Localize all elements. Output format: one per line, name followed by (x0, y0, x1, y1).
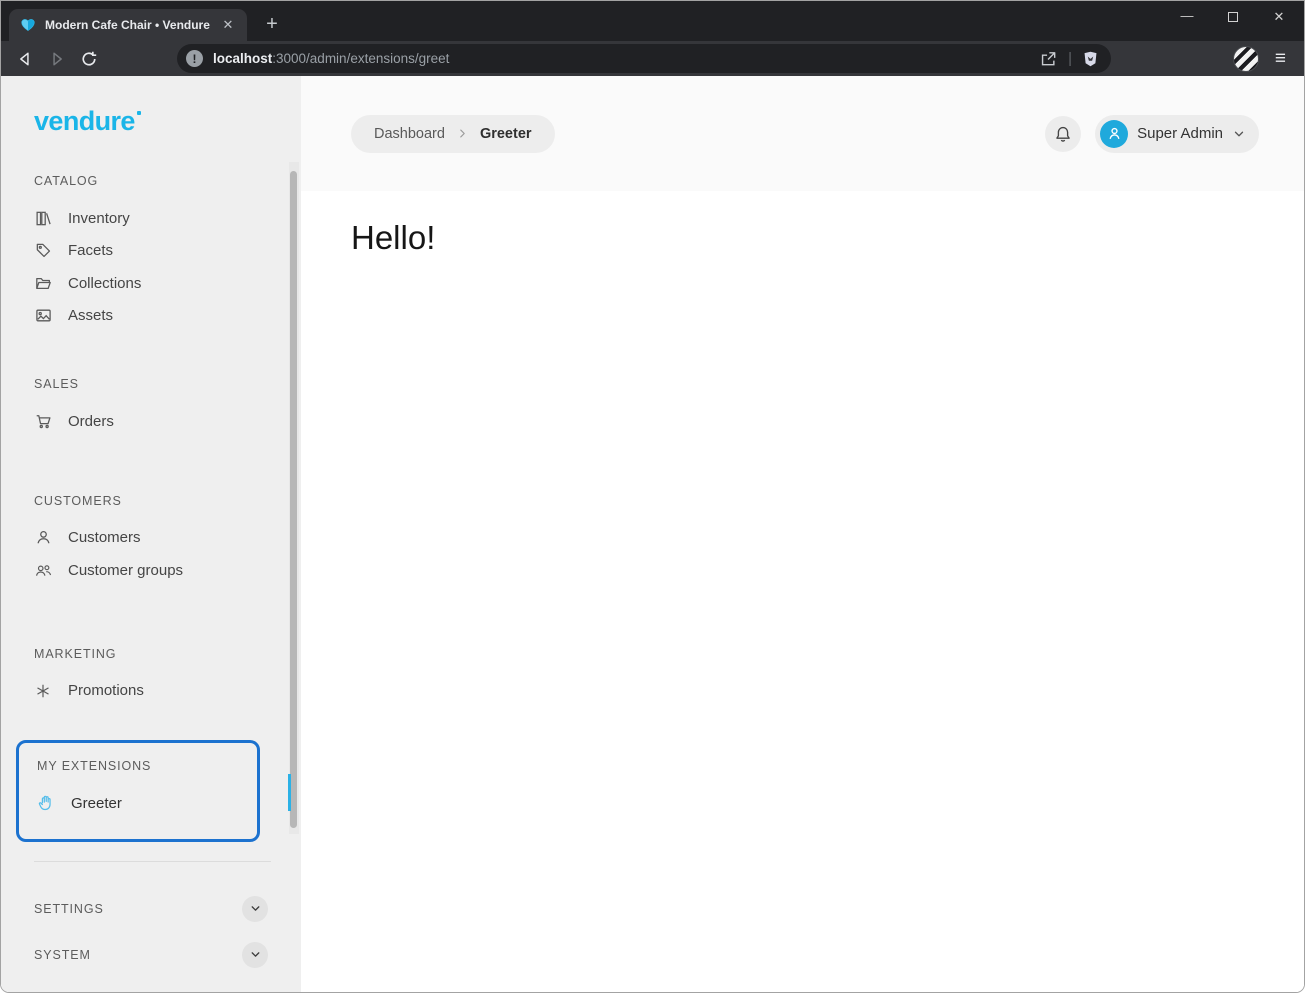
image-icon (34, 307, 52, 325)
chevron-down-icon (1232, 127, 1246, 141)
tag-icon (34, 242, 52, 260)
notifications-button[interactable] (1045, 115, 1082, 152)
folder-icon (34, 274, 52, 292)
vendure-logo[interactable]: vendure (34, 106, 301, 137)
asterisk-icon (34, 682, 52, 700)
window-controls: — ✕ (1164, 1, 1302, 33)
sidebar-section-system[interactable]: SYSTEM (34, 938, 268, 972)
toolbar-separator: | (1068, 50, 1072, 67)
url-text[interactable]: localhost:3000/admin/extensions/greet (213, 51, 1039, 66)
forward-icon[interactable] (46, 48, 68, 70)
sidebar-item-customers[interactable]: Customers (1, 522, 301, 555)
sidebar-item-collections[interactable]: Collections (1, 267, 301, 300)
browser-menu-icon[interactable]: ≡ (1275, 48, 1286, 70)
settings-expand-button[interactable] (242, 895, 268, 922)
breadcrumb-dashboard[interactable]: Dashboard (374, 126, 445, 142)
browser-toolbar: ! localhost:3000/admin/extensions/greet … (1, 41, 1304, 76)
hand-icon (37, 794, 55, 812)
greeting-heading: Hello! (351, 219, 436, 256)
url-path: :3000/admin/extensions/greet (272, 51, 450, 66)
bell-icon (1056, 126, 1070, 142)
sidebar-section-settings[interactable]: SETTINGS (34, 892, 268, 926)
minimize-button[interactable]: — (1164, 1, 1210, 33)
sidebar-item-inventory[interactable]: Inventory (1, 202, 301, 235)
sidebar-item-greeter[interactable]: Greeter (19, 787, 257, 820)
user-avatar-icon (1100, 119, 1129, 148)
sidebar-divider (34, 860, 271, 862)
tab-strip: Modern Cafe Chair • Vendure ✕ + — ✕ (1, 1, 1304, 41)
my-extensions-highlight-box: MY EXTENSIONS Greeter (16, 740, 260, 842)
sidebar-item-orders[interactable]: Orders (1, 405, 301, 438)
chevron-down-icon (251, 906, 259, 911)
main-area: Dashboard Greeter Super Admin Hello! (301, 76, 1304, 992)
url-actions: | (1039, 49, 1099, 68)
address-bar[interactable]: ! localhost:3000/admin/extensions/greet … (177, 44, 1111, 73)
breadcrumb: Dashboard Greeter (351, 114, 555, 153)
header-actions: Super Admin (1045, 114, 1259, 153)
url-host: localhost (213, 51, 273, 66)
sidebar: vendure CATALOG Inventory Facets Collect… (1, 76, 301, 992)
browser-profile-avatar[interactable] (1232, 45, 1259, 72)
maximize-icon (1228, 12, 1238, 22)
close-window-button[interactable]: ✕ (1256, 1, 1302, 33)
maximize-button[interactable] (1210, 1, 1256, 33)
user-name: Super Admin (1137, 125, 1223, 142)
cart-icon (34, 412, 52, 430)
sidebar-scrollbar-thumb[interactable] (290, 171, 297, 828)
main-header: Dashboard Greeter Super Admin (301, 76, 1304, 191)
browser-window: Modern Cafe Chair • Vendure ✕ + — ✕ ! lo… (0, 0, 1305, 993)
system-expand-button[interactable] (242, 941, 268, 968)
brave-shield-icon[interactable] (1082, 50, 1099, 68)
library-icon (34, 209, 52, 227)
reload-icon[interactable] (78, 48, 100, 70)
vendure-admin-app: vendure CATALOG Inventory Facets Collect… (1, 76, 1304, 992)
users-icon (34, 561, 52, 579)
chevron-down-icon (251, 952, 259, 957)
section-sales: SALES (34, 377, 79, 391)
toolbar-right: ≡ (1232, 45, 1294, 72)
share-icon[interactable] (1039, 49, 1058, 68)
section-my-extensions: MY EXTENSIONS (37, 759, 152, 773)
breadcrumb-chevron-icon (457, 128, 468, 139)
sidebar-item-assets[interactable]: Assets (1, 300, 301, 333)
new-tab-button[interactable]: + (258, 10, 286, 38)
page-content: Hello! (301, 191, 1304, 257)
sidebar-item-customer-groups[interactable]: Customer groups (1, 554, 301, 587)
logo-dot (136, 111, 141, 115)
section-marketing: MARKETING (34, 646, 117, 661)
browser-tab[interactable]: Modern Cafe Chair • Vendure ✕ (9, 9, 247, 41)
vendure-favicon-heart-icon (21, 19, 35, 31)
active-item-indicator (288, 774, 291, 811)
tab-title: Modern Cafe Chair • Vendure (45, 18, 210, 32)
user-icon (34, 529, 52, 547)
section-customers: CUSTOMERS (34, 493, 122, 508)
user-menu-button[interactable]: Super Admin (1095, 114, 1259, 153)
breadcrumb-greeter: Greeter (479, 125, 532, 142)
sidebar-item-facets[interactable]: Facets (1, 235, 301, 268)
back-icon[interactable] (14, 48, 36, 70)
site-info-icon[interactable]: ! (186, 50, 203, 67)
sidebar-item-promotions[interactable]: Promotions (1, 675, 301, 708)
tab-close-icon[interactable]: ✕ (219, 16, 237, 34)
nav-buttons (1, 48, 177, 70)
section-catalog: CATALOG (34, 174, 99, 188)
